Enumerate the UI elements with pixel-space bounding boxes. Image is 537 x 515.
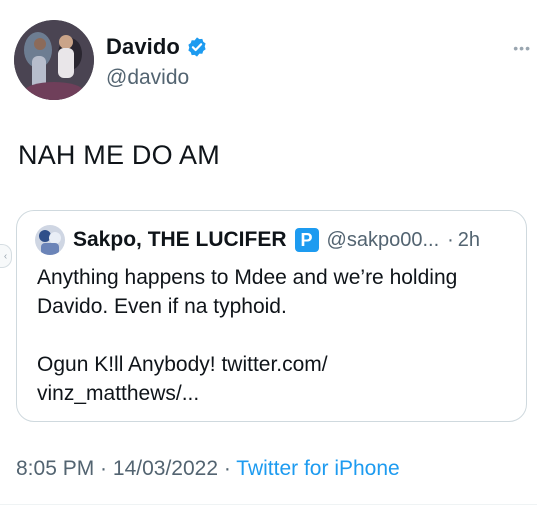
quoted-avatar-image bbox=[35, 225, 65, 255]
author-handle[interactable]: @davido bbox=[106, 66, 208, 90]
meta-separator: · bbox=[94, 457, 113, 480]
avatar[interactable] bbox=[14, 20, 94, 100]
quoted-text-line: Ogun K!ll Anybody! twitter.com/ bbox=[37, 353, 328, 376]
quoted-avatar bbox=[35, 225, 65, 255]
author-name-row: Davido bbox=[106, 34, 208, 60]
tweet-source-link[interactable]: Twitter for iPhone bbox=[236, 457, 399, 480]
separator-dot: · bbox=[447, 228, 454, 251]
tweet-date[interactable]: 14/03/2022 bbox=[113, 457, 218, 480]
meta-separator: · bbox=[218, 457, 237, 480]
author-name[interactable]: Davido bbox=[106, 34, 180, 60]
quoted-author-name: Sakpo, THE LUCIFER bbox=[73, 228, 287, 251]
quoted-text-line: vinz_matthews/... bbox=[37, 382, 200, 405]
divider bbox=[0, 504, 537, 505]
parking-badge-icon: P bbox=[294, 228, 319, 252]
tweet-card: Davido @davido ••• NAH ME DO AM ‹ Sakpo,… bbox=[0, 0, 537, 515]
quoted-tweet-header: Sakpo, THE LUCIFER P @sakpo00... · 2h bbox=[35, 225, 480, 255]
author-block: Davido @davido bbox=[106, 34, 208, 90]
tweet-text: NAH ME DO AM bbox=[18, 140, 220, 170]
quoted-author-handle: @sakpo00... bbox=[326, 228, 440, 251]
tweet-time[interactable]: 8:05 PM bbox=[16, 457, 94, 480]
avatar-image bbox=[14, 20, 94, 100]
quoted-tweet[interactable]: Sakpo, THE LUCIFER P @sakpo00... · 2h An… bbox=[16, 210, 527, 422]
tweet-metadata: 8:05 PM · 14/03/2022 · Twitter for iPhon… bbox=[16, 457, 400, 481]
quoted-text-line: Davido. Even if na typhoid. bbox=[37, 295, 287, 318]
chevron-left-icon[interactable]: ‹ bbox=[0, 244, 12, 268]
quoted-text-line: Anything happens to Mdee and we’re holdi… bbox=[37, 266, 458, 289]
quoted-timestamp: 2h bbox=[457, 228, 481, 251]
verified-badge-icon bbox=[188, 37, 206, 57]
quoted-tweet-text: Anything happens to Mdee and we’re holdi… bbox=[37, 263, 517, 408]
more-dots-icon[interactable]: ••• bbox=[513, 40, 531, 56]
